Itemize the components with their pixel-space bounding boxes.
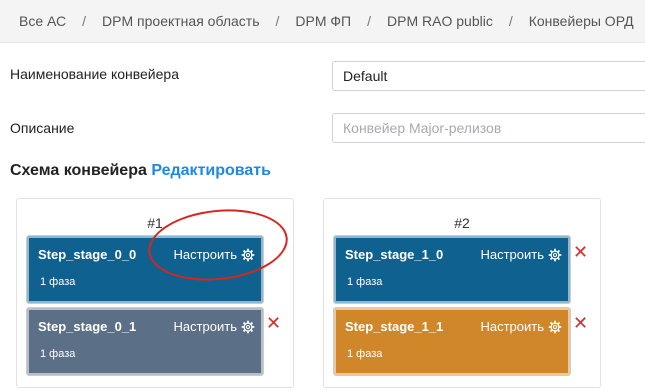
- stage-phase: 1 фаза: [40, 348, 76, 360]
- pipeline-name-input[interactable]: Default: [332, 61, 645, 91]
- gear-icon: [548, 248, 562, 261]
- stage-card[interactable]: Step_stage_1_0 Настроить 1 фаза: [333, 235, 571, 304]
- stage-card[interactable]: Step_stage_1_1 Настроить 1 фаза: [333, 307, 571, 376]
- stage-name: Step_stage_0_1: [38, 319, 137, 334]
- breadcrumb-separator: /: [367, 13, 372, 29]
- breadcrumb: Все АС / DPM проектная область / DPM ФП …: [0, 0, 645, 43]
- stage-group-2: #2 Step_stage_1_0 Настроить 1 фаза ✕ Ste…: [323, 198, 601, 388]
- stage-name: Step_stage_0_0: [38, 247, 137, 262]
- schema-title: Схема конвейера: [10, 162, 147, 179]
- close-icon[interactable]: ✕: [573, 243, 588, 261]
- stage-name: Step_stage_1_0: [345, 247, 444, 262]
- gear-icon: [548, 320, 562, 333]
- breadcrumb-item-pipelines[interactable]: Конвейеры ОРД: [529, 13, 634, 29]
- stage-phase: 1 фаза: [347, 348, 383, 360]
- breadcrumb-item-rao-public[interactable]: DPM RAO public: [387, 13, 493, 29]
- edit-schema-link[interactable]: Редактировать: [151, 162, 271, 179]
- close-icon[interactable]: ✕: [573, 314, 588, 332]
- breadcrumb-item-project-area[interactable]: DPM проектная область: [102, 13, 259, 29]
- configure-button[interactable]: Настроить: [480, 319, 562, 334]
- stage-phase: 1 фаза: [40, 276, 76, 288]
- configure-button[interactable]: Настроить: [480, 247, 562, 262]
- configure-label: Настроить: [173, 319, 237, 334]
- breadcrumb-item-fp[interactable]: DPM ФП: [295, 13, 351, 29]
- stage-card[interactable]: Step_stage_0_1 Настроить 1 фаза: [26, 307, 264, 376]
- breadcrumb-item-all-as[interactable]: Все АС: [19, 13, 66, 29]
- close-icon[interactable]: ✕: [266, 314, 281, 332]
- group-number: #2: [454, 215, 470, 231]
- stage-name: Step_stage_1_1: [345, 319, 444, 334]
- gear-icon: [241, 320, 255, 333]
- breadcrumb-separator: /: [508, 13, 513, 29]
- stage-phase: 1 фаза: [347, 276, 383, 288]
- description-label: Описание: [10, 120, 75, 136]
- description-input[interactable]: Конвейер Major-релизов: [332, 113, 645, 143]
- configure-label: Настроить: [480, 319, 544, 334]
- configure-label: Настроить: [480, 247, 544, 262]
- breadcrumb-separator: /: [275, 13, 280, 29]
- breadcrumb-separator: /: [82, 13, 87, 29]
- pipeline-name-label: Наименование конвейера: [10, 66, 179, 82]
- configure-button[interactable]: Настроить: [173, 319, 255, 334]
- schema-heading: Схема конвейера Редактировать: [10, 162, 271, 180]
